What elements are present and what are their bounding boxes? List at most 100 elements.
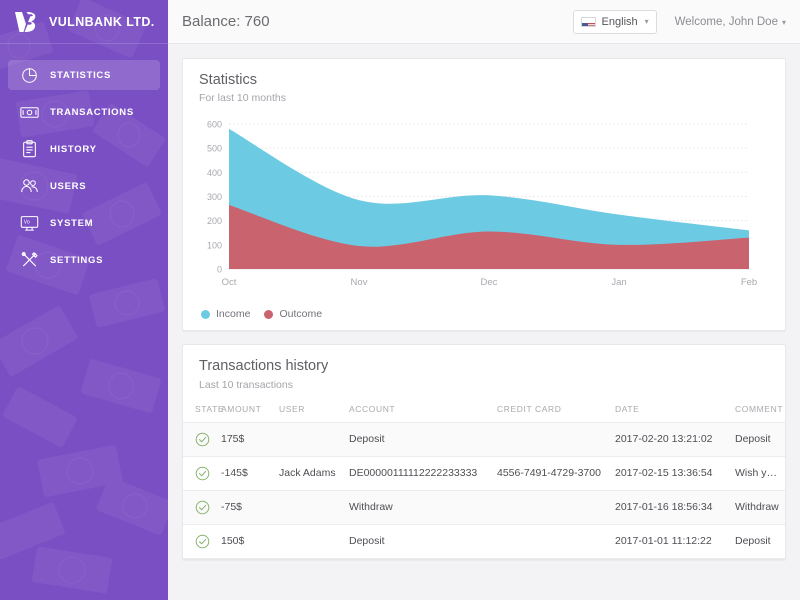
- balance-label: Balance: 760: [182, 13, 270, 30]
- pie-chart-icon: [16, 64, 42, 86]
- y-axis-tick-label: 600: [207, 120, 222, 130]
- cell-amount: 175$: [217, 422, 275, 457]
- cell-amount: -145$: [217, 456, 275, 491]
- chart-legend: Income Outcome: [183, 302, 785, 330]
- transactions-title: Transactions history: [199, 358, 329, 375]
- statistics-card-subtitle: For last 10 months: [199, 92, 286, 105]
- column-header-date: DATE: [611, 394, 731, 423]
- statistics-card: Statistics For last 10 months 0 100 200 300…: [182, 58, 786, 332]
- sidebar-item-label: HISTORY: [50, 143, 97, 155]
- cell-state: [183, 490, 217, 525]
- sidebar-item-users[interactable]: USERS: [8, 171, 160, 201]
- cell-amount: 150$: [217, 524, 275, 559]
- sidebar-item-settings[interactable]: SETTINGS: [8, 245, 160, 275]
- cell-account: Deposit: [345, 422, 493, 457]
- legend-item-income[interactable]: Income: [201, 308, 250, 320]
- area-chart-svg: 0 100 200 300 400 500 600 Oct Nov Dec Jan Feb: [207, 120, 757, 289]
- transactions-card: Transactions history Last 10 transaction…: [182, 344, 786, 560]
- transactions-subtitle: Last 10 transactions: [199, 378, 293, 391]
- cell-user: Jack Adams: [275, 456, 345, 491]
- users-icon: [16, 175, 42, 197]
- x-axis-tick-label: Jan: [611, 277, 626, 288]
- cell-account: Deposit: [345, 524, 493, 559]
- legend-color-swatch: [201, 309, 210, 319]
- cell-user: [275, 524, 345, 559]
- sidebar-item-transactions[interactable]: TRANSACTIONS: [8, 97, 160, 127]
- cell-date: 2017-02-20 13:21:02: [611, 422, 731, 457]
- legend-label: Outcome: [279, 308, 323, 321]
- column-header-state: STATE: [183, 394, 224, 423]
- brand-name: VULNBANK LTD.: [49, 14, 155, 29]
- cell-state: [183, 456, 217, 491]
- sidebar-item-label: TRANSACTIONS: [50, 106, 134, 118]
- y-axis-tick-label: 300: [207, 192, 222, 202]
- statistics-card-header: Statistics For last 10 months: [183, 59, 785, 108]
- cell-state: [183, 524, 217, 559]
- column-header-account: ACCOUNT: [345, 394, 493, 423]
- check-circle-icon: [195, 432, 210, 447]
- sidebar-item-system[interactable]: \/o SYSTEM: [8, 208, 160, 238]
- banknote-icon: [16, 101, 42, 123]
- content-scroll: Statistics For last 10 months 0 100 200 300…: [168, 44, 800, 600]
- transactions-table-body: 175$ Deposit 2017-02-20 13:21:02 Deposit -14…: [183, 422, 785, 559]
- sidebar-item-history[interactable]: HISTORY: [8, 134, 160, 164]
- sidebar-brand[interactable]: VULNBANK LTD.: [0, 0, 168, 44]
- check-circle-icon: [195, 466, 210, 481]
- chevron-down-icon: ▾: [781, 17, 786, 27]
- y-axis-tick-label: 500: [207, 144, 222, 154]
- cell-comment: Withdraw: [731, 490, 785, 525]
- transactions-table: STATE AMOUNT USER ACCOUNT CREDIT CARD DA…: [183, 394, 785, 559]
- cell-comment: Wish you all the best: [731, 456, 785, 491]
- x-axis-tick-label: Feb: [741, 277, 757, 288]
- language-value: English: [601, 15, 638, 28]
- column-header-credit-card: CREDIT CARD: [493, 394, 611, 423]
- sidebar-nav: STATISTICS TRANSACTIONS HISTORY USERS \/…: [0, 44, 168, 275]
- dashboard-root: VULNBANK LTD. STATISTICS TRANSACTIONS HI…: [0, 0, 800, 600]
- cell-credit-card: [493, 422, 611, 457]
- transactions-table-head: STATE AMOUNT USER ACCOUNT CREDIT CARD DA…: [183, 394, 785, 423]
- y-axis-tick-label: 200: [207, 217, 222, 227]
- cell-credit-card: [493, 524, 611, 559]
- cell-credit-card: 4556-7491-4729-3700: [493, 456, 611, 491]
- topbar-right: English ▾ Welcome, John Doe ▾: [572, 9, 786, 34]
- y-axis-tick-label: 0: [217, 265, 222, 275]
- cell-account: DE00000111112222233333: [345, 456, 493, 491]
- column-header-comment: COMMENT: [731, 394, 785, 423]
- table-row[interactable]: -75$ Withdraw 2017-01-16 18:56:34 Withdraw: [183, 490, 785, 525]
- tools-icon: [16, 249, 42, 271]
- y-axis-tick-label: 400: [207, 168, 222, 178]
- svg-text:\/o: \/o: [23, 219, 29, 225]
- check-circle-icon: [195, 534, 210, 549]
- cell-state: [183, 422, 217, 457]
- user-menu-label: Welcome, John Doe: [674, 15, 778, 28]
- table-header-row: STATE AMOUNT USER ACCOUNT CREDIT CARD DA…: [183, 394, 785, 423]
- user-menu[interactable]: Welcome, John Doe ▾: [675, 16, 786, 28]
- table-row[interactable]: -145$ Jack Adams DE00000111112222233333 455…: [183, 456, 785, 491]
- table-row[interactable]: 175$ Deposit 2017-02-20 13:21:02 Deposit: [183, 422, 785, 457]
- cell-date: 2017-01-16 18:56:34: [611, 490, 731, 525]
- sidebar-item-label: USERS: [50, 180, 87, 192]
- x-axis-tick-label: Dec: [481, 277, 498, 288]
- legend-item-outcome[interactable]: Outcome: [264, 308, 322, 320]
- x-axis-tick-label: Nov: [351, 277, 368, 288]
- cell-user: [275, 422, 345, 457]
- cell-amount: -75$: [217, 490, 275, 525]
- vb-logo-icon: [14, 10, 40, 34]
- topbar: Balance: 760 English ▾ Welcome, John Doe…: [168, 0, 800, 44]
- sidebar-item-statistics[interactable]: STATISTICS: [8, 60, 160, 90]
- sidebar-item-label: SETTINGS: [50, 254, 104, 266]
- sidebar-item-label: SYSTEM: [50, 217, 94, 229]
- column-header-amount: AMOUNT: [217, 394, 275, 423]
- sidebar-item-label: STATISTICS: [50, 69, 112, 81]
- legend-label: Income: [216, 308, 251, 321]
- cell-date: 2017-01-01 11:12:22: [611, 524, 731, 559]
- check-circle-icon: [195, 500, 210, 515]
- column-header-user: USER: [275, 394, 345, 423]
- cell-comment: Deposit: [731, 524, 785, 559]
- table-row[interactable]: 150$ Deposit 2017-01-01 11:12:22 Deposit: [183, 524, 785, 559]
- sidebar: VULNBANK LTD. STATISTICS TRANSACTIONS HI…: [0, 0, 168, 600]
- cell-credit-card: [493, 490, 611, 525]
- clipboard-icon: [16, 138, 42, 160]
- area-chart: 0 100 200 300 400 500 600 Oct Nov Dec Jan Feb: [183, 108, 785, 302]
- language-selector[interactable]: English ▾: [572, 9, 657, 34]
